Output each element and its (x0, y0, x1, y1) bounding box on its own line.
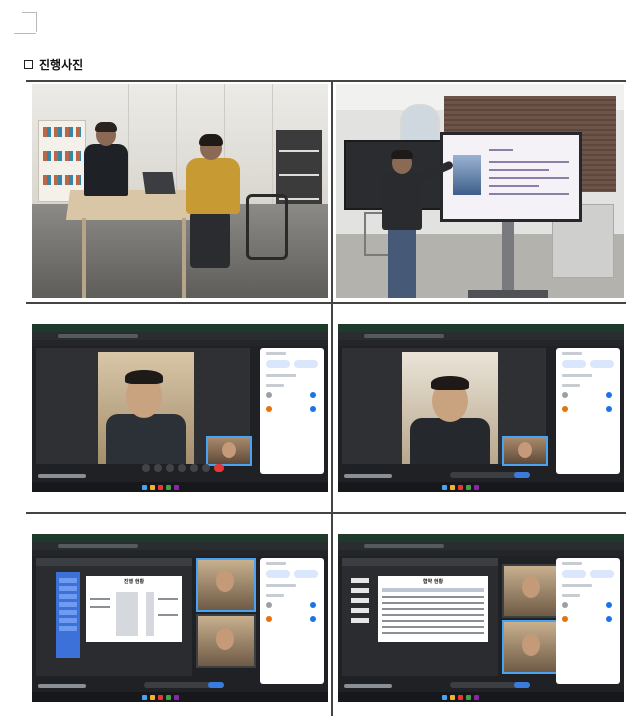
display-slide (440, 132, 582, 222)
laptop (142, 172, 176, 194)
screenshot-screen-share-1: 진행 현황 (32, 534, 328, 702)
call-controls (142, 464, 252, 472)
crop-mark-horizontal (14, 33, 36, 34)
participants-panel (260, 348, 324, 474)
slide-title: 협약 현황 (422, 579, 444, 585)
participant-main-feed (98, 352, 194, 464)
table-border-middle (331, 80, 333, 716)
participants-panel (556, 348, 620, 474)
participants-panel (556, 558, 620, 684)
shared-screen: 협약 현황 (342, 558, 498, 676)
table-border-row2 (26, 512, 626, 514)
table-border-row1 (26, 302, 626, 304)
photo-presentation (336, 84, 624, 298)
notification-banner (144, 682, 224, 688)
participant-main-feed (402, 352, 498, 464)
chair (246, 194, 288, 260)
display-stand (502, 218, 514, 296)
section-heading-text: 진행사진 (39, 58, 84, 72)
shared-screen: 진행 현황 (36, 558, 192, 676)
person-left (82, 122, 130, 196)
taskbar (338, 692, 624, 702)
call-stage (36, 348, 252, 466)
taskbar (32, 482, 328, 492)
presenter (382, 150, 455, 298)
person-right (182, 134, 242, 268)
photo-meeting-discussion (32, 84, 328, 298)
table-border-top (26, 80, 626, 82)
participant-gallery (502, 558, 562, 676)
slide-thumbnails (56, 572, 80, 658)
photo-table: 진행 현황 협약 현황 (26, 80, 626, 716)
slide-title: 진행 현황 (123, 579, 145, 585)
call-stage (342, 348, 548, 466)
participants-panel (260, 558, 324, 684)
crop-mark-vertical (36, 12, 37, 32)
checkbox-icon (24, 60, 33, 69)
shared-slide: 협약 현황 (378, 576, 488, 642)
slide-thumbnails (348, 572, 369, 658)
participant-gallery (196, 558, 256, 676)
screenshot-screen-share-2: 협약 현황 (338, 534, 624, 702)
taskbar (338, 482, 624, 492)
screenshot-video-call-1 (32, 324, 328, 492)
self-view (206, 436, 252, 466)
screenshot-video-call-2 (338, 324, 624, 492)
notification-banner (450, 472, 530, 478)
self-view (502, 436, 548, 466)
taskbar (32, 692, 328, 702)
shared-slide: 진행 현황 (86, 576, 182, 642)
section-heading: 진행사진 (24, 56, 83, 73)
notification-banner (450, 682, 530, 688)
crop-mark-top (22, 12, 36, 13)
